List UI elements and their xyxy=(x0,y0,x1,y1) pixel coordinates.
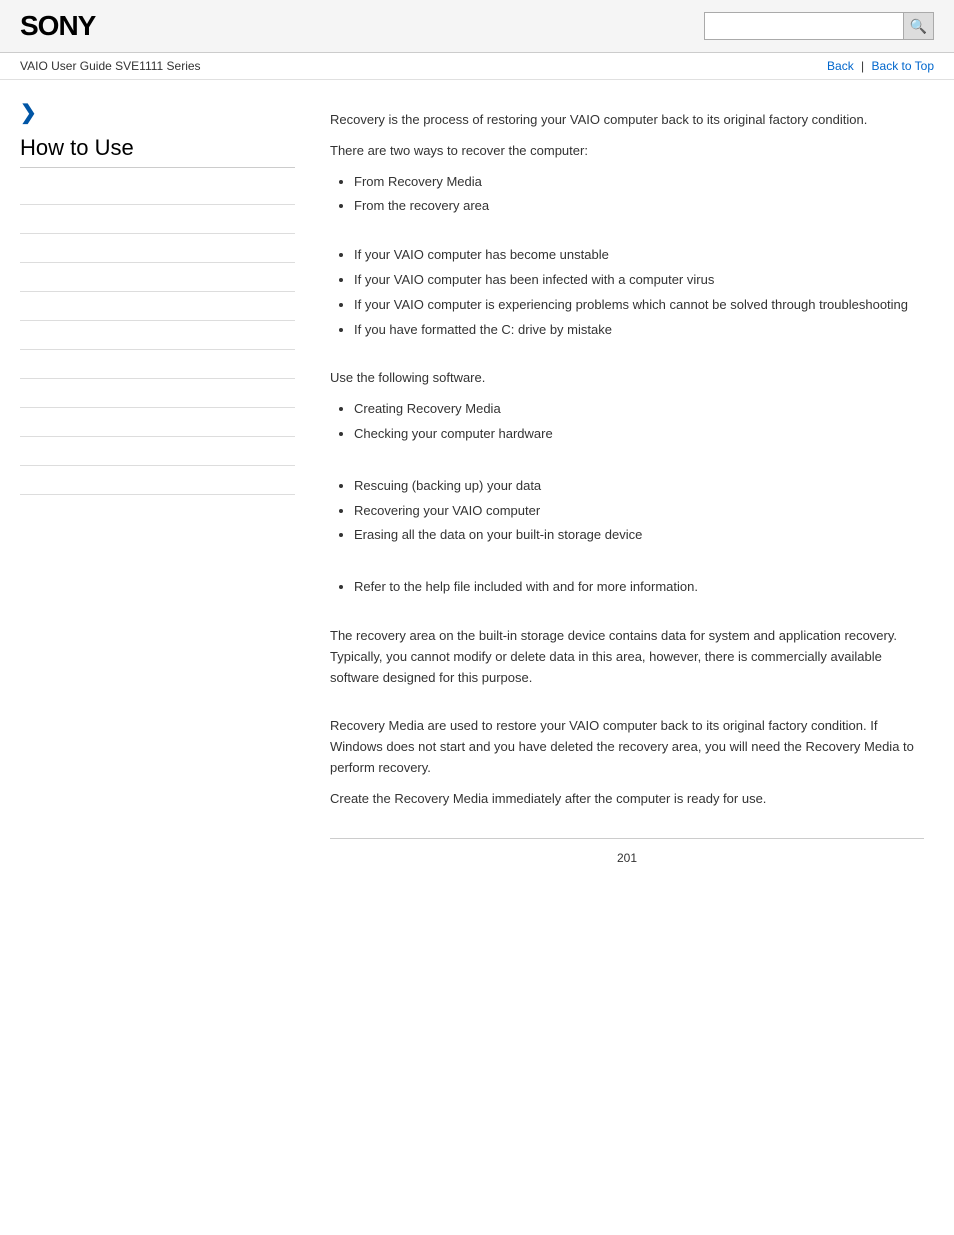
recovery-media-text1: Recovery Media are used to restore your … xyxy=(330,716,924,778)
sidebar-nav-item[interactable] xyxy=(20,205,295,234)
sidebar-nav-item[interactable] xyxy=(20,466,295,495)
software-list-c: Refer to the help file included with and… xyxy=(330,577,924,598)
header: SONY 🔍 xyxy=(0,0,954,53)
list-item: From the recovery area xyxy=(354,196,924,217)
search-area: 🔍 xyxy=(704,12,934,40)
search-button[interactable]: 🔍 xyxy=(904,12,934,40)
sidebar-nav-item[interactable] xyxy=(20,292,295,321)
software-intro: Use the following software. xyxy=(330,368,924,389)
software-list-a: Creating Recovery Media Checking your co… xyxy=(330,399,924,445)
when-recover-list: If your VAIO computer has become unstabl… xyxy=(330,245,924,340)
page-number: 201 xyxy=(330,839,924,877)
sidebar-nav-item[interactable] xyxy=(20,321,295,350)
software-list-b: Rescuing (backing up) your data Recoveri… xyxy=(330,476,924,546)
sidebar-nav xyxy=(20,176,295,495)
content-area: Recovery is the process of restoring you… xyxy=(310,80,954,907)
nav-separator: | xyxy=(861,59,864,73)
sidebar: ❯ How to Use xyxy=(0,80,310,907)
subheader: VAIO User Guide SVE1111 Series Back | Ba… xyxy=(0,53,954,80)
sidebar-nav-item[interactable] xyxy=(20,379,295,408)
section-recovery-area: The recovery area on the built-in storag… xyxy=(330,626,924,688)
sidebar-nav-item[interactable] xyxy=(20,437,295,466)
list-item: If your VAIO computer has become unstabl… xyxy=(354,245,924,266)
chevron-icon[interactable]: ❯ xyxy=(20,100,295,125)
list-item: From Recovery Media xyxy=(354,172,924,193)
search-input[interactable] xyxy=(704,12,904,40)
search-icon: 🔍 xyxy=(910,18,927,35)
section-recovery-intro: Recovery is the process of restoring you… xyxy=(330,110,924,217)
back-link[interactable]: Back xyxy=(827,59,854,73)
recovery-media-text2: Create the Recovery Media immediately af… xyxy=(330,789,924,810)
list-item: If your VAIO computer is experiencing pr… xyxy=(354,295,924,316)
section-when-to-recover: If your VAIO computer has become unstabl… xyxy=(330,245,924,340)
sidebar-nav-item[interactable] xyxy=(20,176,295,205)
sidebar-nav-item[interactable] xyxy=(20,234,295,263)
section-software: Use the following software. Creating Rec… xyxy=(330,368,924,598)
sidebar-section-title: How to Use xyxy=(20,135,295,168)
list-item: If you have formatted the C: drive by mi… xyxy=(354,320,924,341)
list-item: Creating Recovery Media xyxy=(354,399,924,420)
section-recovery-media: Recovery Media are used to restore your … xyxy=(330,716,924,809)
list-item: Recovering your VAIO computer xyxy=(354,501,924,522)
recovery-area-text: The recovery area on the built-in storag… xyxy=(330,626,924,688)
guide-title: VAIO User Guide SVE1111 Series xyxy=(20,59,201,73)
list-item: If your VAIO computer has been infected … xyxy=(354,270,924,291)
recovery-ways-list: From Recovery Media From the recovery ar… xyxy=(330,172,924,218)
main-container: ❯ How to Use Recovery is the process of … xyxy=(0,80,954,907)
back-to-top-link[interactable]: Back to Top xyxy=(872,59,934,73)
list-item: Erasing all the data on your built-in st… xyxy=(354,525,924,546)
sidebar-nav-item[interactable] xyxy=(20,263,295,292)
sidebar-nav-item[interactable] xyxy=(20,350,295,379)
list-item: Rescuing (backing up) your data xyxy=(354,476,924,497)
recovery-intro-text: Recovery is the process of restoring you… xyxy=(330,110,924,131)
recovery-ways-intro: There are two ways to recover the comput… xyxy=(330,141,924,162)
nav-links: Back | Back to Top xyxy=(827,59,934,73)
list-item: Checking your computer hardware xyxy=(354,424,924,445)
sidebar-nav-item[interactable] xyxy=(20,408,295,437)
list-item: Refer to the help file included with and… xyxy=(354,577,924,598)
sony-logo: SONY xyxy=(20,10,95,42)
